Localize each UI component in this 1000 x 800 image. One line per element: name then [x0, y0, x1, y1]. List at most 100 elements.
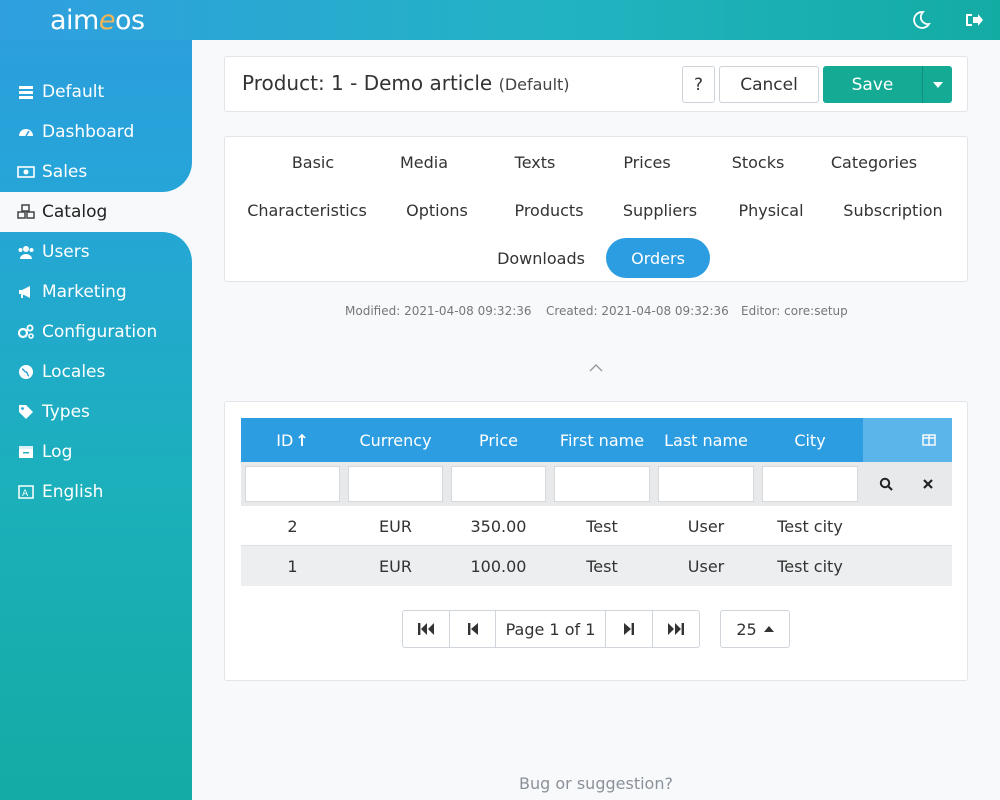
tab-subscription[interactable]: Subscription: [837, 190, 949, 230]
cell-id: 1: [287, 556, 298, 576]
caret-down-icon: [932, 81, 943, 88]
tab-products[interactable]: Products: [505, 190, 593, 230]
sidebar-item-default[interactable]: Default: [0, 72, 192, 112]
item-header: Product: 1 - Demo article (Default) ? Ca…: [224, 56, 968, 112]
column-currency-header[interactable]: Currency: [344, 418, 447, 462]
sidebar-item-label: Marketing: [42, 282, 127, 302]
sidebar-item-label: Default: [42, 82, 105, 102]
sidebar-item-english[interactable]: A English: [0, 472, 192, 512]
tab-characteristics[interactable]: Characteristics: [241, 190, 373, 230]
sidebar-item-label: English: [42, 482, 104, 502]
sidebar-item-types[interactable]: Types: [0, 392, 192, 432]
sidebar-item-label: Sales: [42, 162, 88, 182]
tab-texts[interactable]: Texts: [495, 142, 575, 182]
cell-lastname: User: [687, 556, 725, 576]
previous-page-icon: [467, 623, 478, 635]
table-row[interactable]: 1 EUR 100.00 Test User Test city: [241, 546, 952, 586]
pagination: Page 1 of 1: [402, 610, 700, 648]
cell-city: Test city: [777, 516, 843, 536]
filter-lastname-input[interactable]: [658, 466, 754, 502]
cell-lastname: User: [687, 516, 725, 536]
tab-orders[interactable]: Orders: [606, 238, 710, 278]
help-button[interactable]: ?: [682, 66, 715, 103]
table-header: ID ↑ Currency Price First name Last name …: [241, 418, 952, 462]
next-page-icon: [624, 623, 634, 635]
sidebar-item-label: Dashboard: [42, 122, 135, 142]
previous-page-button[interactable]: [450, 611, 496, 647]
sidebar-item-log[interactable]: Log: [0, 432, 192, 472]
sidebar-item-catalog[interactable]: Catalog: [0, 192, 192, 232]
tab-categories[interactable]: Categories: [823, 142, 925, 182]
log-icon: [16, 442, 36, 462]
cell-price: 100.00: [470, 556, 527, 576]
bug-report-link[interactable]: Bug or suggestion?: [0, 774, 1000, 793]
item-tabs: Basic Media Texts Prices Stocks Categori…: [224, 136, 968, 282]
tab-stocks[interactable]: Stocks: [718, 142, 798, 182]
dashboard-icon: [16, 122, 36, 142]
sites-icon: [16, 82, 36, 102]
language-icon: A: [16, 482, 36, 502]
tab-physical[interactable]: Physical: [731, 190, 811, 230]
sidebar-item-sales[interactable]: Sales: [0, 152, 192, 192]
gears-icon: [16, 322, 36, 342]
next-page-button[interactable]: [606, 611, 653, 647]
filter-id-input[interactable]: [245, 466, 340, 502]
table-row[interactable]: 2 EUR 350.00 Test User Test city: [241, 506, 952, 546]
search-button[interactable]: [868, 466, 904, 502]
svg-text:A: A: [22, 489, 29, 499]
top-bar: aimeos: [0, 0, 1000, 40]
last-page-button[interactable]: [653, 611, 699, 647]
first-page-button[interactable]: [403, 611, 450, 647]
sidebar-item-users[interactable]: Users: [0, 232, 192, 272]
sidebar-item-dashboard[interactable]: Dashboard: [0, 112, 192, 152]
sidebar-item-locales[interactable]: Locales: [0, 352, 192, 392]
site-label: (Default): [498, 75, 570, 94]
search-icon: [879, 477, 893, 491]
save-dropdown-toggle[interactable]: [922, 66, 952, 103]
tab-basic[interactable]: Basic: [273, 142, 353, 182]
column-id-header[interactable]: ID ↑: [241, 418, 344, 462]
sidebar-item-configuration[interactable]: Configuration: [0, 312, 192, 352]
cell-firstname: Test: [586, 516, 618, 536]
sidebar-item-label: Users: [42, 242, 90, 262]
close-icon: [923, 479, 933, 489]
page-size-select[interactable]: 25: [720, 610, 790, 648]
column-firstname-header[interactable]: First name: [550, 418, 654, 462]
modified-date: Modified: 2021-04-08 09:32:36: [345, 304, 532, 318]
sort-asc-icon: ↑: [295, 430, 309, 450]
logout-icon[interactable]: [962, 8, 986, 32]
cell-id: 2: [287, 516, 298, 536]
reset-filter-button[interactable]: [910, 466, 946, 502]
column-city-header[interactable]: City: [758, 418, 862, 462]
orders-list: ID ↑ Currency Price First name Last name …: [224, 401, 968, 681]
tab-prices[interactable]: Prices: [606, 142, 688, 182]
tab-media[interactable]: Media: [384, 142, 464, 182]
moon-icon[interactable]: [909, 8, 933, 32]
caret-up-icon: [763, 626, 774, 632]
tab-options[interactable]: Options: [397, 190, 477, 230]
cell-city: Test city: [777, 556, 843, 576]
editor-name: Editor: core:setup: [741, 304, 848, 318]
last-page-icon: [668, 623, 684, 635]
cancel-button[interactable]: Cancel: [719, 66, 819, 103]
filter-firstname-input[interactable]: [554, 466, 650, 502]
aimeos-logo[interactable]: aimeos: [50, 4, 145, 38]
filter-city-input[interactable]: [762, 466, 858, 502]
save-button[interactable]: Save: [823, 66, 922, 103]
column-lastname-header[interactable]: Last name: [654, 418, 758, 462]
tab-downloads[interactable]: Downloads: [491, 238, 591, 278]
filter-currency-input[interactable]: [348, 466, 443, 502]
globe-icon: [16, 362, 36, 382]
chevron-up-icon[interactable]: [586, 360, 606, 376]
column-price-header[interactable]: Price: [447, 418, 550, 462]
first-page-icon: [418, 623, 434, 635]
megaphone-icon: [16, 282, 36, 302]
users-icon: [16, 242, 36, 262]
tab-suppliers[interactable]: Suppliers: [615, 190, 705, 230]
cell-currency: EUR: [379, 516, 412, 536]
columns-toggle[interactable]: [863, 418, 952, 462]
sidebar-item-marketing[interactable]: Marketing: [0, 272, 192, 312]
filter-price-input[interactable]: [451, 466, 546, 502]
sidebar-item-label: Configuration: [42, 322, 158, 342]
cell-firstname: Test: [586, 556, 618, 576]
